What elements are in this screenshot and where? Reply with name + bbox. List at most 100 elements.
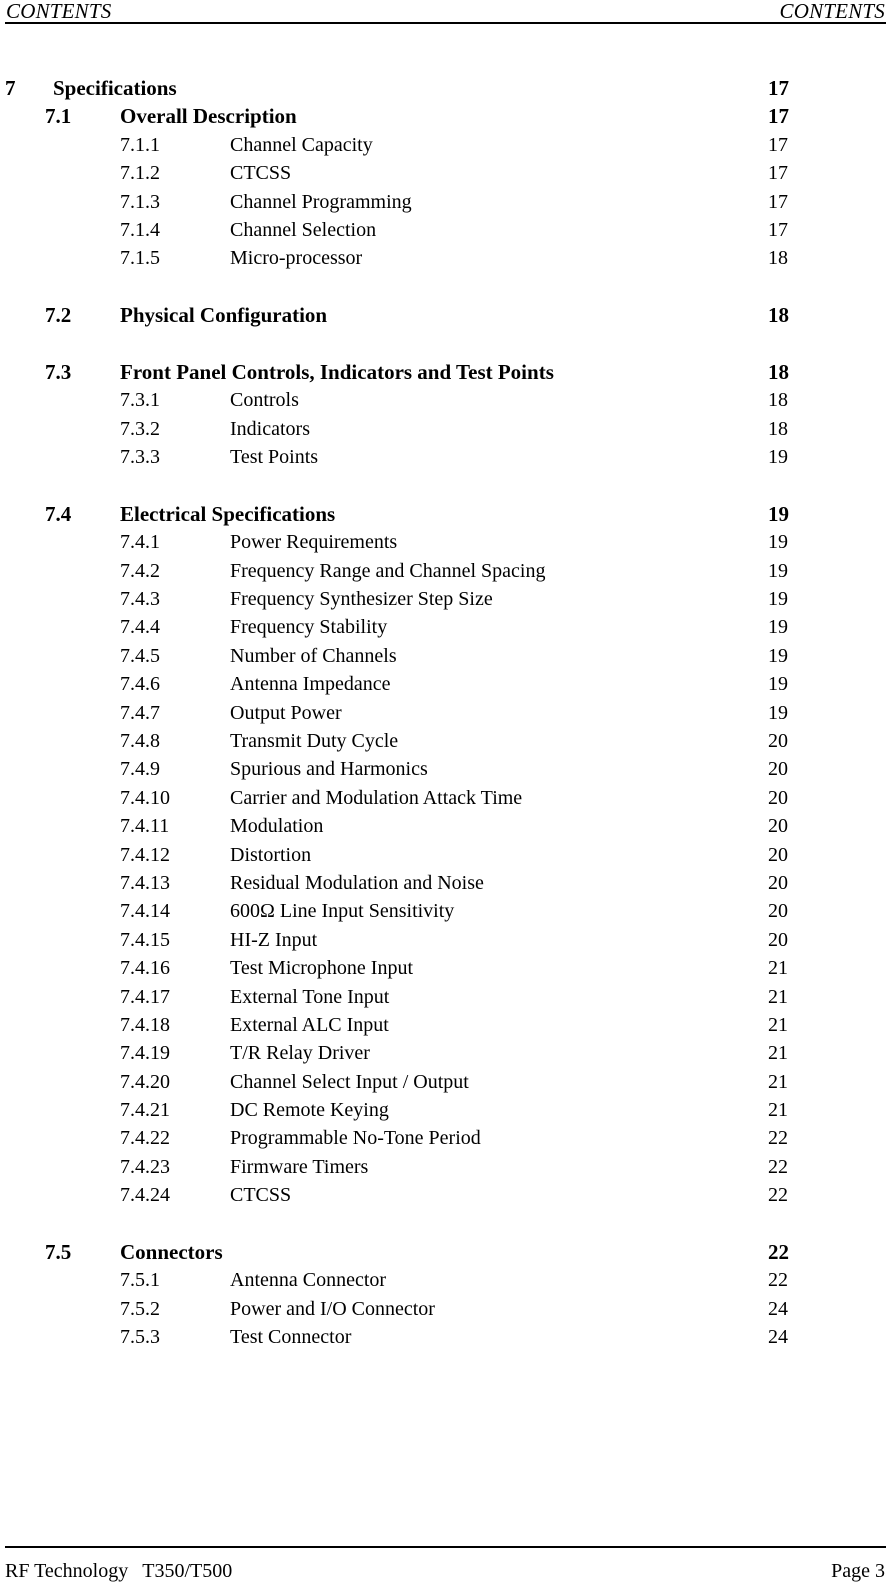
toc-entry-page-number: 22 <box>768 1127 788 1150</box>
toc-entry-number: 7.4.6 <box>120 673 160 696</box>
toc-entry-page-number: 22 <box>768 1155 788 1178</box>
toc-entry[interactable]: 7.3.3 Test Points 19 <box>0 443 891 471</box>
toc-entry[interactable]: 7.4 Electrical Specifications 19 <box>0 500 891 528</box>
toc-entry-number: 7.4 <box>45 501 72 526</box>
toc-entry-number: 7.1.4 <box>120 218 160 241</box>
toc-entry-page-number: 17 <box>768 190 788 213</box>
toc-entry-title: CTCSS <box>230 1184 292 1207</box>
toc-entry-title: Channel Capacity <box>230 133 373 156</box>
toc-entry[interactable]: 7.3.1 Controls 18 <box>0 386 891 414</box>
toc-entry[interactable]: 7.1.4 Channel Selection 17 <box>0 216 891 244</box>
toc-entry[interactable]: 7.2 Physical Configuration 18 <box>0 301 891 329</box>
toc-entry[interactable]: 7.5.1 Antenna Connector 22 <box>0 1266 891 1294</box>
toc-entry-number: 7.1.3 <box>120 190 160 213</box>
toc-entry-title: Electrical Specifications <box>120 501 336 526</box>
toc-entry-title: DC Remote Keying <box>230 1099 389 1122</box>
toc-entry-number: 7.4.3 <box>120 588 160 611</box>
toc-entry[interactable]: 7.4.6 Antenna Impedance 19 <box>0 670 891 698</box>
running-header-right: CONTENTS <box>779 0 885 23</box>
toc-entry-number: 7.4.18 <box>120 1013 170 1036</box>
toc-entry[interactable]: 7.4.18 External ALC Input 21 <box>0 1011 891 1039</box>
toc-entry[interactable]: 7.3 Front Panel Controls, Indicators and … <box>0 358 891 386</box>
toc-entry[interactable]: 7.4.17 External Tone Input 21 <box>0 983 891 1011</box>
toc-entry[interactable]: 7.4.3 Frequency Synthesizer Step Size 19 <box>0 585 891 613</box>
toc-entry-number: 7 <box>5 76 16 100</box>
footer-model: T350/T500 <box>142 1560 233 1582</box>
toc-entry-page-number: 19 <box>768 588 788 611</box>
toc-entry-title: Channel Select Input / Output <box>230 1070 469 1093</box>
toc-entry[interactable]: 7.4.23 Firmware Timers 22 <box>0 1153 891 1181</box>
toc-entry-page-number: 18 <box>768 247 788 270</box>
toc-entry-page-number: 17 <box>768 133 788 156</box>
toc-entry-number: 7.4.16 <box>120 957 170 980</box>
header-divider-rule <box>5 22 886 24</box>
toc-entry-page-number: 19 <box>768 616 788 639</box>
toc-entry-number: 7.2 <box>45 303 72 328</box>
toc-entry-page-number: 17 <box>768 162 788 185</box>
toc-entry-page-number: 21 <box>768 985 788 1008</box>
toc-entry[interactable]: 7.4.13 Residual Modulation and Noise 20 <box>0 869 891 897</box>
toc-entry[interactable]: 7.4.16 Test Microphone Input 21 <box>0 954 891 982</box>
toc-entry-title: Modulation <box>230 815 324 838</box>
toc-entry-page-number: 17 <box>768 218 788 241</box>
toc-entry[interactable]: 7.4.22 Programmable No-Tone Period 22 <box>0 1124 891 1152</box>
toc-entry[interactable]: 7.1.3 Channel Programming 17 <box>0 188 891 216</box>
toc-entry[interactable]: 7.1.1 Channel Capacity 17 <box>0 131 891 159</box>
toc-entry-title: CTCSS <box>230 162 292 185</box>
toc-entry[interactable]: 7.4.10 Carrier and Modulation Attack Time… <box>0 784 891 812</box>
toc-entry-page-number: 18 <box>768 359 789 384</box>
toc-entry-page-number: 17 <box>768 104 789 129</box>
footer-company: RF Technology <box>5 1560 129 1582</box>
toc-entry[interactable]: 7.4.2 Frequency Range and Channel Spacing… <box>0 557 891 585</box>
toc-entry-page-number: 19 <box>768 501 789 526</box>
toc-entry-title: Front Panel Controls, Indicators and Tes… <box>120 359 554 384</box>
toc-entry[interactable]: 7.5 Connectors 22 <box>0 1238 891 1266</box>
toc-entry-number: 7.5 <box>45 1240 72 1265</box>
toc-entry[interactable]: 7.4.1 Power Requirements 19 <box>0 528 891 556</box>
toc-entry-number: 7.4.13 <box>120 871 170 894</box>
toc-entry-page-number: 20 <box>768 928 788 951</box>
toc-entry[interactable]: 7.5.2 Power and I/O Connector 24 <box>0 1295 891 1323</box>
toc-entry[interactable]: 7.4.20 Channel Select Input / Output 21 <box>0 1068 891 1096</box>
toc-entry[interactable]: 7.4.5 Number of Channels 19 <box>0 642 891 670</box>
toc-entry[interactable]: 7.4.12 Distortion 20 <box>0 841 891 869</box>
toc-entry-page-number: 20 <box>768 758 788 781</box>
document-page: CONTENTS CONTENTS 7 Specifications 17 7.1 Ov… <box>0 0 891 1593</box>
toc-entry-title: Indicators <box>230 417 310 440</box>
toc-entry-number: 7.1.5 <box>120 247 160 270</box>
toc-entry-number: 7.5.3 <box>120 1326 160 1349</box>
toc-entry[interactable]: 7.4.21 DC Remote Keying 21 <box>0 1096 891 1124</box>
toc-entry[interactable]: 7.4.11 Modulation 20 <box>0 812 891 840</box>
toc-entry-title: Connectors <box>120 1240 223 1265</box>
toc-entry[interactable]: 7 Specifications 17 <box>0 74 891 102</box>
footer-page-number: Page 3 <box>831 1560 885 1582</box>
toc-entry-title: Frequency Synthesizer Step Size <box>230 588 493 611</box>
toc-entry-page-number: 20 <box>768 786 788 809</box>
toc-entry-page-number: 21 <box>768 1013 788 1036</box>
toc-entry-number: 7.4.22 <box>120 1127 170 1150</box>
toc-entry[interactable]: 7.4.9 Spurious and Harmonics 20 <box>0 755 891 783</box>
toc-entry-title: Frequency Stability <box>230 616 388 639</box>
toc-entry-page-number: 21 <box>768 1042 788 1065</box>
toc-entry-page-number: 21 <box>768 957 788 980</box>
toc-entry-title: Antenna Connector <box>230 1269 387 1292</box>
toc-entry-title: External ALC Input <box>230 1013 389 1036</box>
toc-entry[interactable]: 7.4.8 Transmit Duty Cycle 20 <box>0 727 891 755</box>
toc-entry[interactable]: 7.4.14 600Ω Line Input Sensitivity 20 <box>0 897 891 925</box>
toc-entry-title: Programmable No-Tone Period <box>230 1127 481 1150</box>
toc-entry[interactable]: 7.3.2 Indicators 18 <box>0 415 891 443</box>
toc-entry-title: Number of Channels <box>230 644 397 667</box>
toc-entry[interactable]: 7.4.7 Output Power 19 <box>0 699 891 727</box>
toc-entry[interactable]: 7.4.4 Frequency Stability 19 <box>0 613 891 641</box>
toc-entry[interactable]: 7.4.19 T/R Relay Driver 21 <box>0 1039 891 1067</box>
toc-entry[interactable]: 7.1 Overall Description 17 <box>0 102 891 130</box>
running-header-left: CONTENTS <box>6 0 112 23</box>
toc-entry[interactable]: 7.1.2 CTCSS 17 <box>0 159 891 187</box>
toc-entry-page-number: 21 <box>768 1070 788 1093</box>
toc-entry[interactable]: 7.5.3 Test Connector 24 <box>0 1323 891 1351</box>
toc-entry[interactable]: 7.4.24 CTCSS 22 <box>0 1181 891 1209</box>
toc-entry[interactable]: 7.4.15 HI-Z Input 20 <box>0 926 891 954</box>
running-header: CONTENTS CONTENTS <box>6 0 885 24</box>
toc-entry[interactable]: 7.1.5 Micro-processor 18 <box>0 244 891 272</box>
toc-entry-title: Test Connector <box>230 1326 352 1349</box>
